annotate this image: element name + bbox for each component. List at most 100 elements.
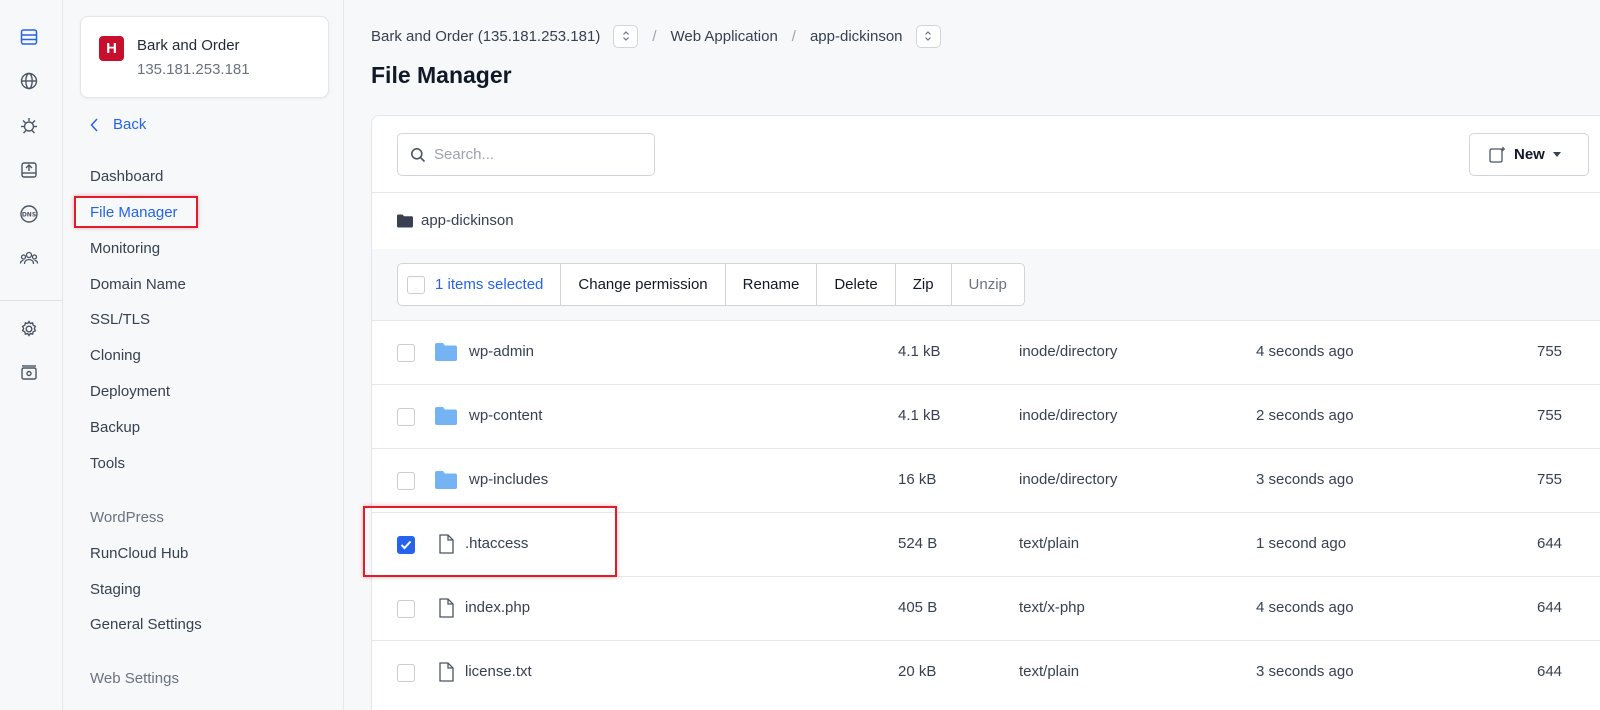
breadcrumb-separator: / <box>791 27 796 45</box>
folder-icon <box>435 407 457 425</box>
table-row[interactable]: license.txt 20 kB text/plain 3 seconds a… <box>372 640 1600 704</box>
file-name[interactable]: wp-admin <box>469 343 534 360</box>
svg-text:DNS: DNS <box>22 212 36 219</box>
file-type: text/plain <box>1019 535 1080 552</box>
file-modified: 4 seconds ago <box>1256 599 1354 616</box>
main-content: Bark and Order (135.181.253.181) / Web A… <box>345 0 1600 710</box>
table-row[interactable]: wp-admin 4.1 kB inode/directory 4 second… <box>372 320 1600 384</box>
search-input[interactable] <box>434 146 634 163</box>
file-size: 405 B <box>898 599 938 616</box>
sidebar-item-domain-name[interactable]: Domain Name <box>90 276 186 293</box>
table-row[interactable]: index.php 405 B text/x-php 4 seconds ago… <box>372 576 1600 640</box>
sidebar-item-backup[interactable]: Backup <box>90 419 140 436</box>
sidebar-item-runcloud-hub[interactable]: RunCloud Hub <box>90 545 188 562</box>
dns-icon[interactable]: DNS <box>18 203 40 225</box>
new-button-label: New <box>1514 146 1545 163</box>
file-permission: 644 <box>1537 663 1563 680</box>
server-name: Bark and Order <box>137 37 240 54</box>
file-size: 524 B <box>898 535 938 552</box>
sidebar-item-staging[interactable]: Staging <box>90 581 141 598</box>
sidebar-item-dashboard[interactable]: Dashboard <box>90 168 163 185</box>
page-title: File Manager <box>371 62 512 88</box>
file-size: 4.1 kB <box>898 407 941 424</box>
file-name[interactable]: wp-content <box>469 407 542 424</box>
globe-icon[interactable] <box>18 70 40 92</box>
sidebar-item-file-manager[interactable]: File Manager <box>90 204 178 221</box>
folder-icon <box>435 343 457 361</box>
file-size: 16 kB <box>898 471 937 488</box>
new-button[interactable]: New <box>1469 133 1589 176</box>
sidebar-item-monitoring[interactable]: Monitoring <box>90 240 160 257</box>
server-ip: 135.181.253.181 <box>137 61 250 78</box>
section-web-settings: Web Settings <box>90 670 179 687</box>
file-icon <box>439 598 454 618</box>
table-row[interactable]: .htaccess 524 B text/plain 1 second ago … <box>372 512 1600 576</box>
file-name[interactable]: .htaccess <box>465 535 528 552</box>
file-type: inode/directory <box>1019 343 1118 360</box>
selection-count[interactable]: 1 items selected <box>398 264 562 305</box>
server-card[interactable]: H Bark and Order 135.181.253.181 <box>80 16 329 98</box>
bug-icon[interactable] <box>18 115 40 137</box>
file-modified: 2 seconds ago <box>1256 407 1354 424</box>
row-checkbox[interactable] <box>397 344 415 362</box>
file-type: inode/directory <box>1019 471 1118 488</box>
zip-button[interactable]: Zip <box>896 264 952 305</box>
toolbar-area: 1 items selected Change permission Renam… <box>372 249 1600 320</box>
row-checkbox[interactable] <box>397 472 415 490</box>
panel-divider <box>372 192 1600 193</box>
icon-rail: DNS <box>0 0 63 710</box>
server-icon[interactable] <box>18 26 40 48</box>
row-checkbox[interactable] <box>397 600 415 618</box>
upload-icon[interactable] <box>18 159 40 181</box>
file-size: 4.1 kB <box>898 343 941 360</box>
selection-toolbar: 1 items selected Change permission Renam… <box>397 263 1025 306</box>
app-switcher[interactable] <box>915 24 941 48</box>
table-row[interactable]: wp-content 4.1 kB inode/directory 2 seco… <box>372 384 1600 448</box>
team-icon[interactable] <box>18 247 40 269</box>
file-manager-panel: New app-dickinson 1 items selected Chang… <box>363 115 1600 710</box>
delete-button[interactable]: Delete <box>817 264 896 305</box>
section-wordpress: WordPress <box>90 509 164 526</box>
back-label: Back <box>113 116 147 133</box>
file-permission: 755 <box>1537 343 1563 360</box>
file-icon <box>439 534 454 554</box>
file-permission: 755 <box>1537 471 1563 488</box>
file-size: 20 kB <box>898 663 937 680</box>
caret-down-icon <box>1552 152 1561 157</box>
file-permission: 644 <box>1537 535 1563 552</box>
breadcrumb: Bark and Order (135.181.253.181) / Web A… <box>371 24 941 48</box>
rename-button[interactable]: Rename <box>726 264 818 305</box>
row-checkbox[interactable] <box>397 536 415 554</box>
file-name[interactable]: license.txt <box>465 663 532 680</box>
sidebar-item-ssl-tls[interactable]: SSL/TLS <box>90 311 150 328</box>
rail-divider <box>0 300 63 301</box>
chevron-left-icon <box>90 117 98 132</box>
current-path: app-dickinson <box>397 212 514 229</box>
breadcrumb-server[interactable]: Bark and Order (135.181.253.181) <box>371 28 600 45</box>
file-modified: 3 seconds ago <box>1256 471 1354 488</box>
sidebar-item-general-settings[interactable]: General Settings <box>90 616 202 633</box>
current-path-label: app-dickinson <box>421 212 514 229</box>
file-name[interactable]: index.php <box>465 599 530 616</box>
file-name[interactable]: wp-includes <box>469 471 548 488</box>
unzip-button[interactable]: Unzip <box>952 264 1024 305</box>
sidebar: H Bark and Order 135.181.253.181 Back Da… <box>64 0 344 710</box>
sidebar-item-deployment[interactable]: Deployment <box>90 383 170 400</box>
breadcrumb-app[interactable]: app-dickinson <box>810 28 903 45</box>
server-logo: H <box>99 36 124 61</box>
select-all-checkbox[interactable] <box>407 275 425 294</box>
change-permission-button[interactable]: Change permission <box>561 264 726 305</box>
table-row[interactable]: wp-includes 16 kB inode/directory 3 seco… <box>372 448 1600 512</box>
file-type: text/x-php <box>1019 599 1085 616</box>
row-checkbox[interactable] <box>397 664 415 682</box>
sidebar-item-tools[interactable]: Tools <box>90 455 125 472</box>
row-checkbox[interactable] <box>397 408 415 426</box>
server-switcher[interactable] <box>613 24 639 48</box>
back-link[interactable]: Back <box>90 116 146 133</box>
sidebar-item-cloning[interactable]: Cloning <box>90 347 141 364</box>
search-box[interactable] <box>397 133 655 176</box>
settings-icon[interactable] <box>18 318 40 340</box>
selection-count-label: 1 items selected <box>435 276 544 293</box>
breadcrumb-web-application[interactable]: Web Application <box>671 28 778 45</box>
billing-icon[interactable] <box>18 362 40 384</box>
